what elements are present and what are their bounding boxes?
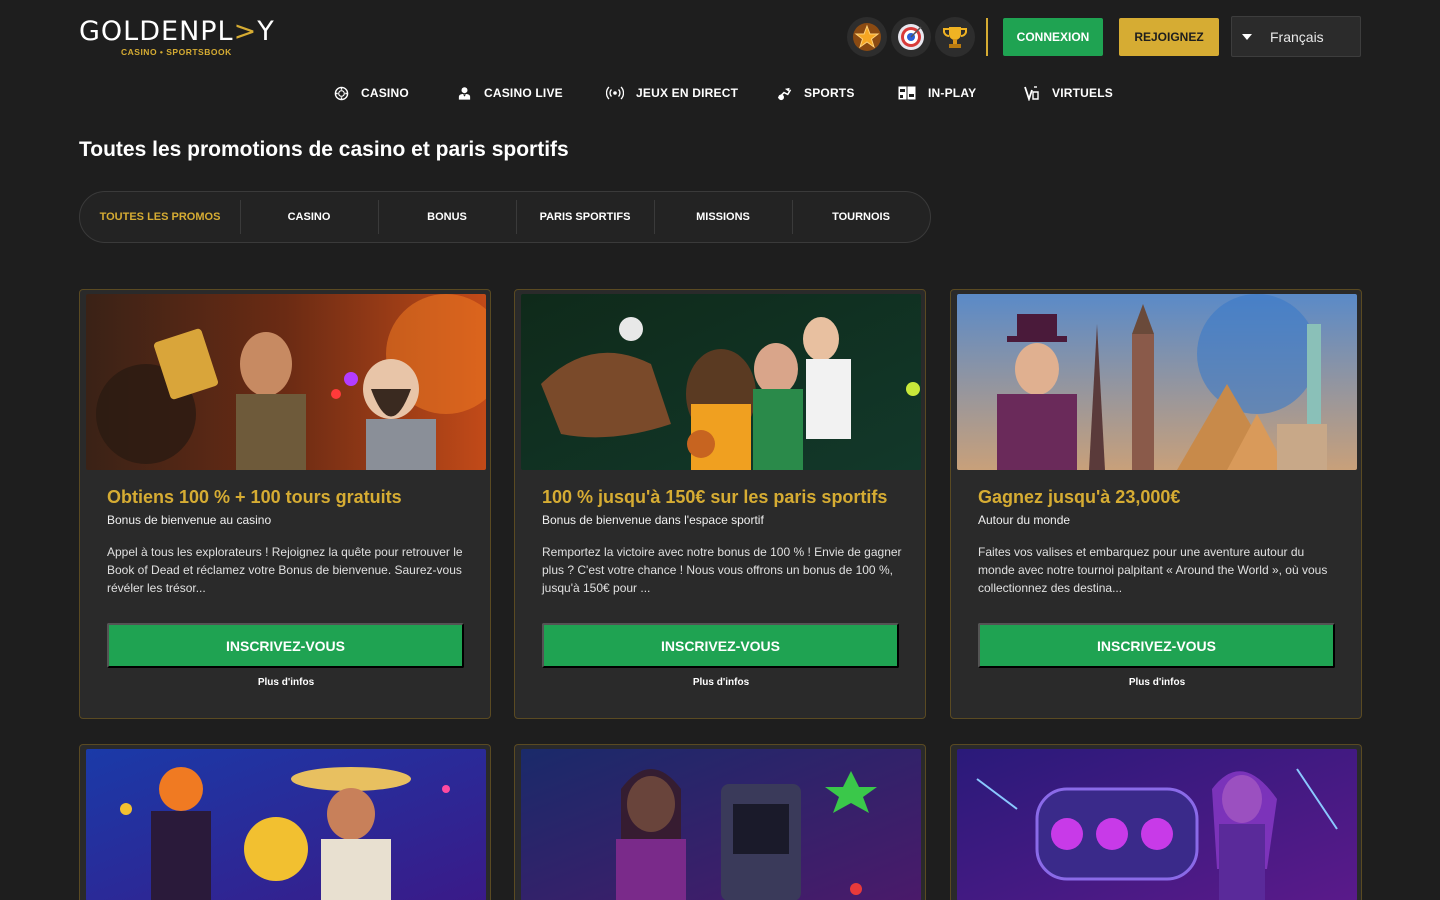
promo-description: Appel à tous les explorateurs ! Rejoigne… [107,545,463,595]
promo-card [514,744,926,900]
language-value: Français [1270,28,1324,45]
nav-item-virtuels[interactable]: VIRTUELS [1024,82,1113,104]
signup-button[interactable]: INSCRIVEZ-VOUS [107,623,464,668]
nav-item-casino-live[interactable]: CASINO LIVE [457,82,563,104]
tab-tournois[interactable]: TOURNOIS [792,192,930,242]
logo-tagline: CASINO • SPORTSBOOK [121,47,232,57]
language-select[interactable]: Français [1231,16,1361,57]
nav-item-casino[interactable]: CASINO [334,82,409,104]
login-button[interactable]: CONNEXION [1003,18,1103,56]
nav-label: CASINO [361,86,409,100]
promo-title: 100 % jusqu'à 150€ sur les paris sportif… [542,487,888,507]
tab-toutes-les-promos[interactable]: TOUTES LES PROMOS [80,192,240,242]
promo-image-halloween[interactable] [86,749,486,900]
nav-label: IN-PLAY [928,86,977,100]
nav-label: SPORTS [804,86,855,100]
promo-description: Faites vos valises et embarquez pour une… [978,545,1328,595]
tab-missions[interactable]: MISSIONS [654,192,792,242]
trophy-badge-icon[interactable] [935,17,975,57]
promo-card [950,744,1362,900]
promo-subtitle: Autour du monde [978,513,1071,527]
nav-label: JEUX EN DIRECT [636,86,739,100]
more-info-link[interactable]: Plus d'infos [80,677,490,688]
promo-subtitle: Bonus de bienvenue dans l'espace sportif [542,513,764,527]
chevron-down-icon [1242,33,1252,40]
promo-image-slots[interactable] [521,749,921,900]
promo-subtitle: Bonus de bienvenue au casino [107,513,272,527]
nav-item-in-play[interactable]: IN-PLAY [898,82,976,104]
promo-image-clover-slots[interactable] [957,749,1357,900]
nav-item-jeux-en-direct[interactable]: JEUX EN DIRECT [606,82,738,104]
promo-title: Obtiens 100 % + 100 tours gratuits [107,487,402,507]
broadcast-icon [606,86,624,100]
sports-icon [777,87,792,100]
main-nav: CASINO CASINO LIVE JEUX EN DIRECT SPORTS… [0,82,1440,104]
page-title: Toutes les promotions de casino et paris… [79,138,569,161]
promo-filter-tabs: TOUTES LES PROMOS CASINO BONUS PARIS SPO… [79,191,931,243]
join-button[interactable]: REJOIGNEZ [1119,18,1219,56]
more-info-link[interactable]: Plus d'infos [951,677,1361,688]
nav-label: CASINO LIVE [484,86,563,100]
in-play-icon [898,86,916,100]
header-divider [986,18,988,56]
promo-image-around-the-world[interactable] [957,294,1357,470]
promo-card: Obtiens 100 % + 100 tours gratuits Bonus… [79,289,491,719]
nav-item-sports[interactable]: SPORTS [776,82,855,104]
promo-card: 100 % jusqu'à 150€ sur les paris sportif… [514,289,926,719]
nav-label: VIRTUELS [1052,86,1113,100]
promo-title: Gagnez jusqu'à 23,000€ [978,487,1181,507]
signup-button[interactable]: INSCRIVEZ-VOUS [978,623,1335,668]
promo-card [79,744,491,900]
signup-button[interactable]: INSCRIVEZ-VOUS [542,623,899,668]
logo-wordmark: GOLDENPL>Y [79,16,275,47]
tab-paris-sportifs[interactable]: PARIS SPORTIFS [516,192,654,242]
achievement-badges [847,17,975,57]
dealer-icon [458,87,471,100]
promo-image-sports[interactable] [521,294,921,470]
goldenplay-logo[interactable]: GOLDENPL>Y CASINO • SPORTSBOOK [79,16,279,58]
tab-bonus[interactable]: BONUS [378,192,516,242]
promo-image-book-of-dead[interactable] [86,294,486,470]
promo-description: Remportez la victoire avec notre bonus d… [542,545,902,595]
site-header: GOLDENPL>Y CASINO • SPORTSBOOK CONNEXION… [0,0,1440,72]
chip-icon [334,86,349,100]
tab-casino[interactable]: CASINO [240,192,378,242]
star-badge-icon[interactable] [847,17,887,57]
virtual-icon [1024,86,1039,101]
promo-card: Gagnez jusqu'à 23,000€ Autour du monde F… [950,289,1362,719]
more-info-link[interactable]: Plus d'infos [515,677,925,688]
target-badge-icon[interactable] [891,17,931,57]
